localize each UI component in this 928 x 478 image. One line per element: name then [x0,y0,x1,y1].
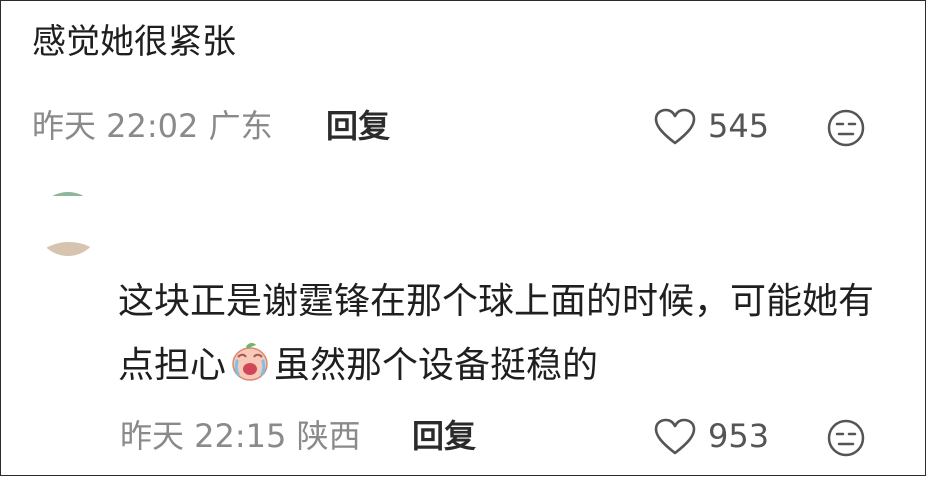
comment-location: 广东 [208,107,273,145]
reply-button[interactable]: 回复 [412,416,476,456]
like-count: 545 [708,107,770,145]
avatar[interactable] [36,192,100,256]
neutral-face-icon[interactable] [826,418,866,458]
comment-text: 这块正是谢霆锋在那个球上面的时候，可能她有点担心 虽然那个设备挺稳的 [118,270,888,398]
comment-meta: 昨天 22:15 陕西 [120,416,361,456]
avatar-bottom [40,242,98,256]
comment-text-part2: 虽然那个设备挺稳的 [274,345,599,386]
heart-icon[interactable] [654,418,696,456]
comment-meta: 昨天 22:02 广东 [32,106,273,146]
comment-time: 昨天 22:02 [32,107,199,145]
reply-button[interactable]: 回复 [326,106,390,146]
heart-icon[interactable] [654,108,696,146]
crying-peach-sticker-icon [232,342,268,381]
comment-text: 感觉她很紧张 [32,22,236,62]
comment-panel [0,0,926,476]
like-count: 953 [708,417,770,455]
neutral-face-icon[interactable] [826,108,866,148]
comment-time: 昨天 22:15 [120,417,287,455]
avatar-top [50,192,84,196]
comment-location: 陕西 [296,417,361,455]
